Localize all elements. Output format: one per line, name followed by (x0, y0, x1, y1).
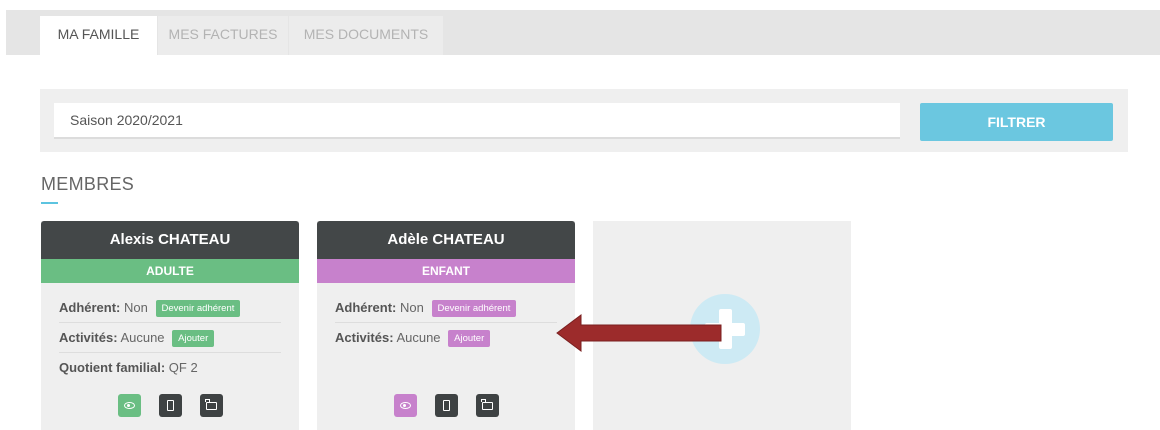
member-type-badge: ENFANT (317, 259, 575, 283)
folder-button[interactable] (199, 394, 223, 417)
tab-mes-documents[interactable]: MES DOCUMENTS (289, 16, 443, 55)
section-title: MEMBRES (41, 174, 135, 194)
activities-label: Activités: (59, 330, 118, 345)
card-actions (317, 394, 575, 417)
tab-mes-factures[interactable]: MES FACTURES (158, 16, 288, 55)
activities-value: Aucune (396, 330, 441, 345)
adherent-row: Adhérent: Non Devenir adhérent (59, 293, 281, 323)
add-activity-button[interactable]: Ajouter (172, 330, 215, 348)
activities-row: Activités: Aucune Ajouter (335, 323, 557, 352)
become-member-button[interactable]: Devenir adhérent (155, 300, 241, 318)
eye-icon (123, 402, 135, 409)
activities-label: Activités: (335, 330, 394, 345)
folder-icon (481, 399, 493, 410)
adherent-value: Non (400, 300, 424, 315)
adherent-row: Adhérent: Non Devenir adhérent (335, 293, 557, 323)
adherent-label: Adhérent: (59, 300, 121, 315)
activities-value: Aucune (120, 330, 165, 345)
folder-button[interactable] (475, 394, 499, 417)
document-button[interactable] (434, 394, 458, 417)
add-activity-button[interactable]: Ajouter (448, 330, 491, 348)
quotient-row: Quotient familial: QF 2 (59, 353, 281, 382)
filter-bar: Saison 2020/2021 FILTRER (40, 89, 1128, 152)
filter-button[interactable]: FILTRER (920, 103, 1113, 141)
tab-ma-famille[interactable]: MA FAMILLE (40, 16, 157, 55)
adherent-value: Non (124, 300, 148, 315)
member-name: Alexis CHATEAU (41, 221, 299, 259)
document-icon (166, 400, 174, 411)
season-select[interactable]: Saison 2020/2021 (54, 103, 900, 139)
document-button[interactable] (158, 394, 182, 417)
adherent-label: Adhérent: (335, 300, 397, 315)
tab-bar: MA FAMILLE MES FACTURES MES DOCUMENTS (6, 10, 1160, 55)
section-underline (41, 202, 58, 204)
card-actions (41, 394, 299, 417)
activities-row: Activités: Aucune Ajouter (59, 323, 281, 353)
view-button[interactable] (393, 394, 417, 417)
document-icon (442, 400, 450, 411)
view-button[interactable] (117, 394, 141, 417)
member-card: Alexis CHATEAU ADULTE Adhérent: Non Deve… (41, 221, 299, 430)
folder-icon (205, 399, 217, 410)
member-card: Adèle CHATEAU ENFANT Adhérent: Non Deven… (317, 221, 575, 430)
eye-icon (399, 402, 411, 409)
become-member-button[interactable]: Devenir adhérent (431, 300, 517, 318)
quotient-label: Quotient familial: (59, 360, 166, 375)
arrow-left-icon (556, 314, 722, 352)
member-type-badge: ADULTE (41, 259, 299, 283)
quotient-value: QF 2 (168, 360, 198, 375)
member-name: Adèle CHATEAU (317, 221, 575, 259)
